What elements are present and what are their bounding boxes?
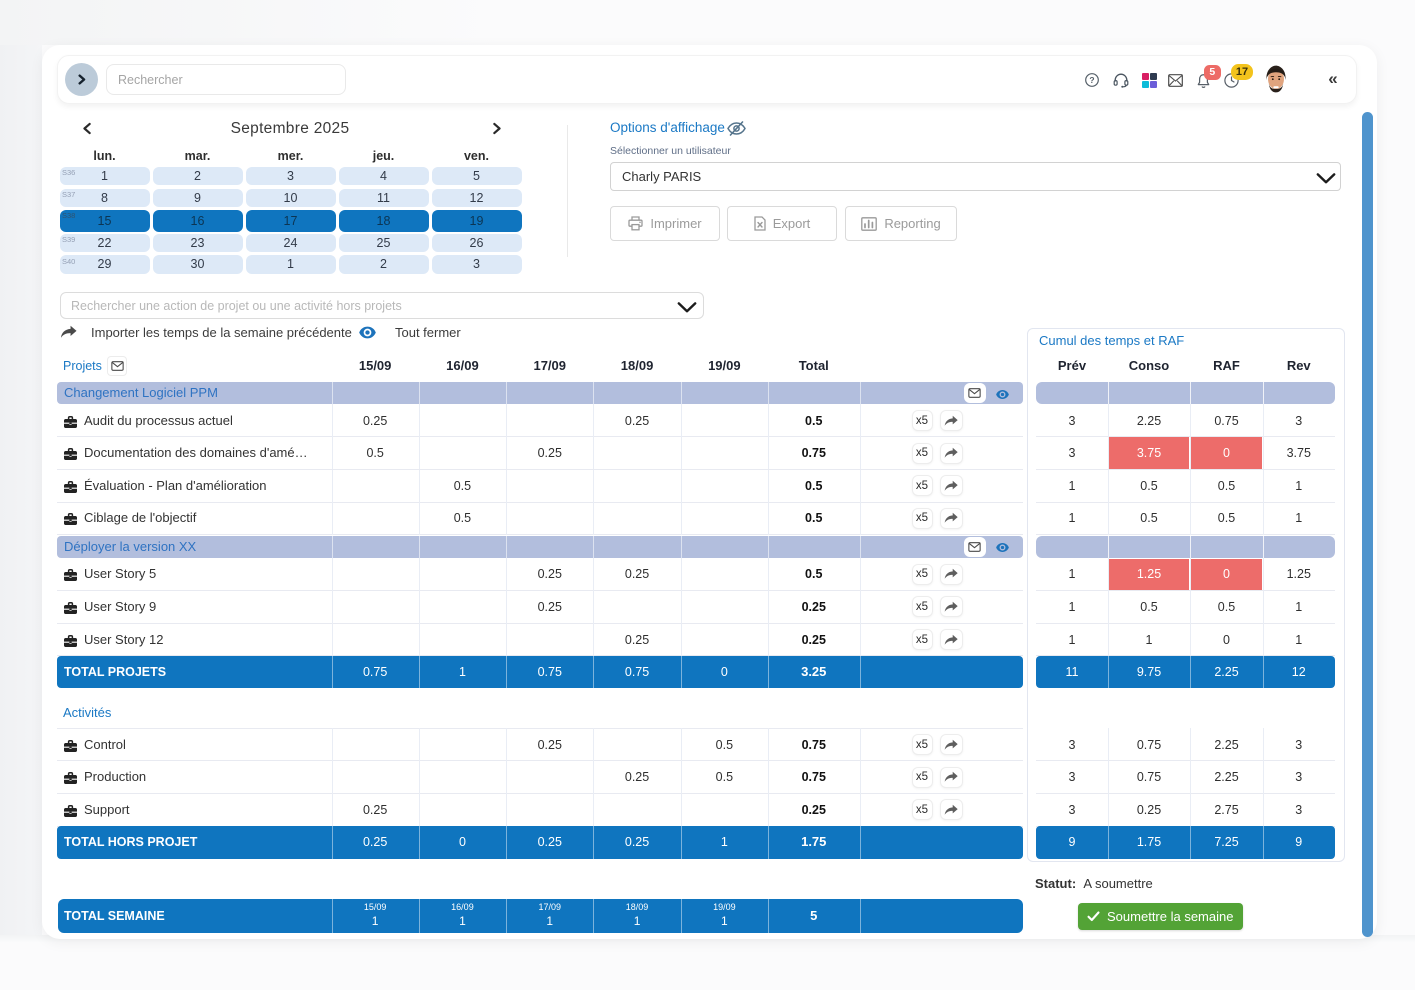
svg-text:?: ? <box>1089 75 1094 85</box>
